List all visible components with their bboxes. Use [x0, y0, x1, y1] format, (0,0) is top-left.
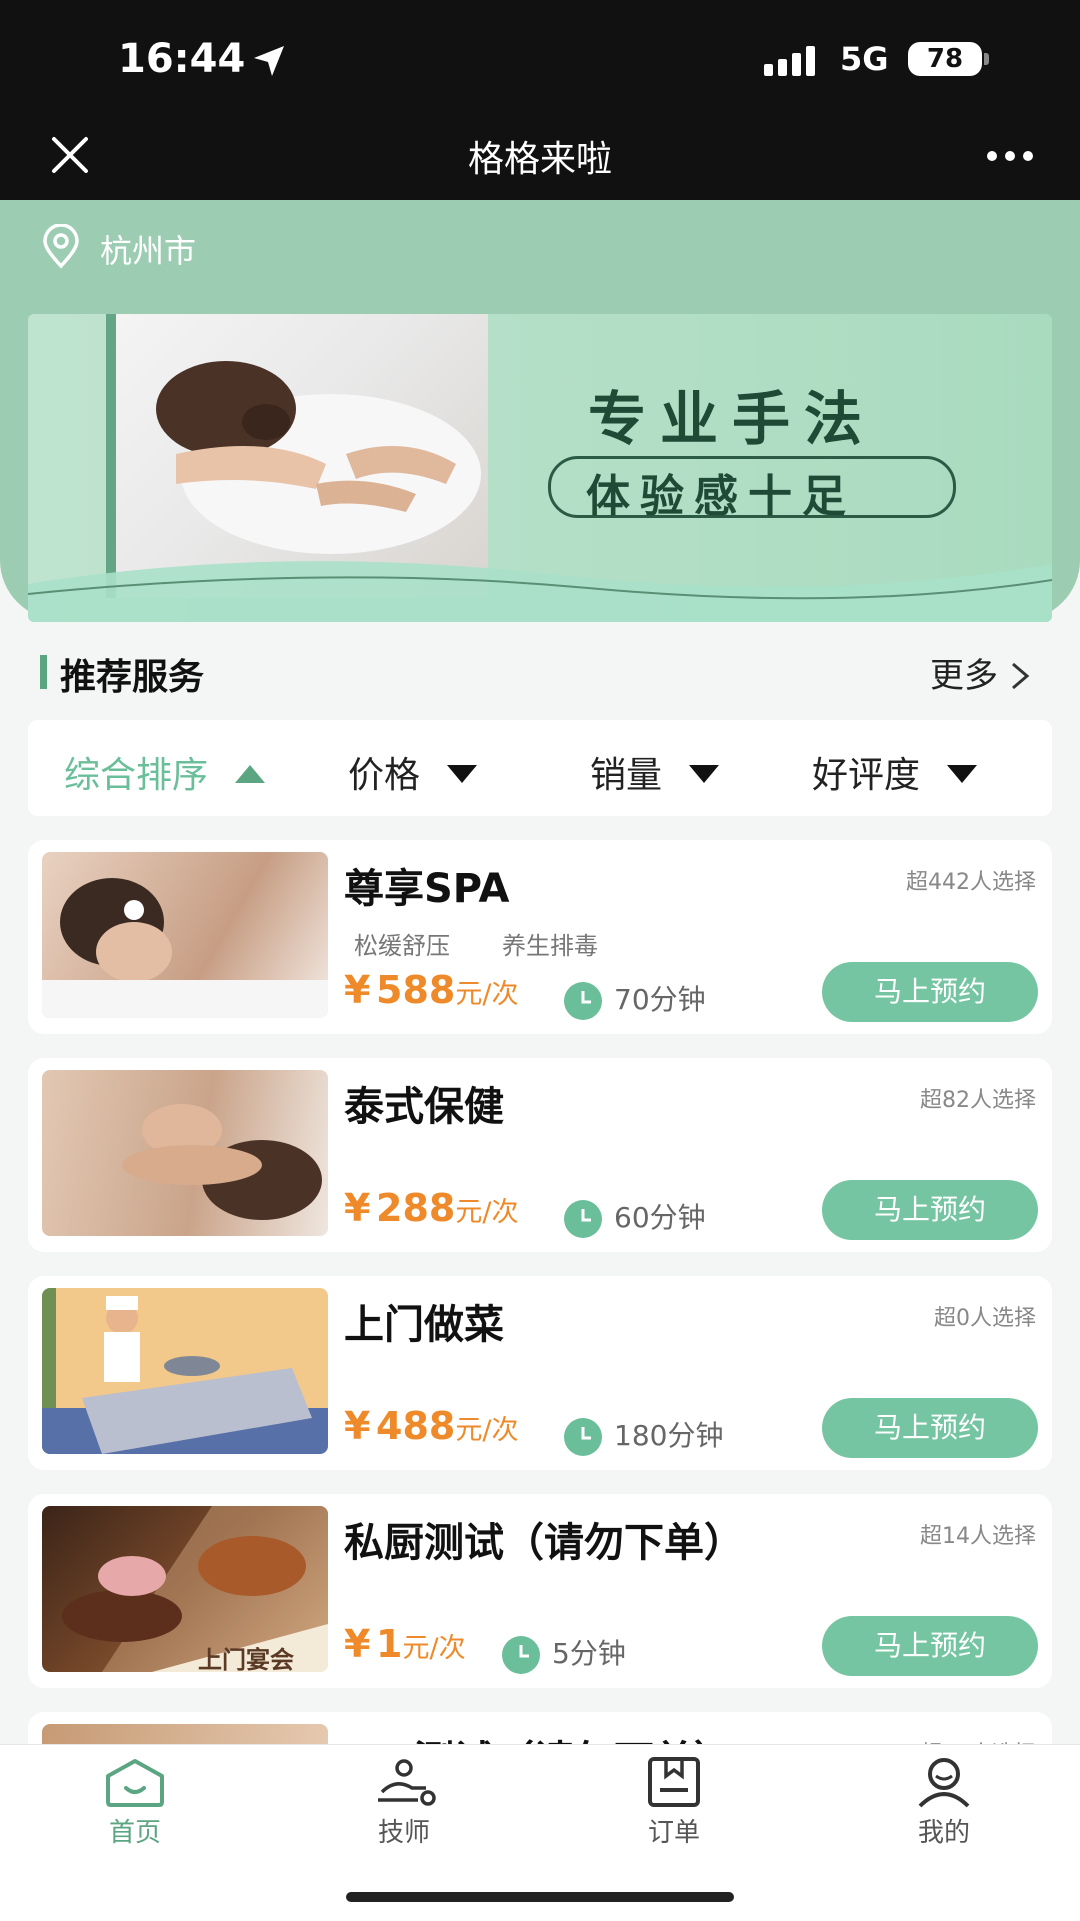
sort-up-icon — [235, 765, 266, 783]
service-thumbnail — [42, 852, 328, 1018]
service-name: 上门做菜 — [344, 1302, 504, 1348]
service-thumbnail — [42, 1288, 328, 1454]
price-currency: ¥ — [344, 1186, 371, 1230]
service-card[interactable]: 上门做菜 超0人选择 ¥ 488元/次 180分钟 马上预约 — [28, 1276, 1052, 1470]
price-value: 588 — [376, 968, 456, 1012]
service-card[interactable]: 尊享SPA 超442人选择 松缓舒压 养生排毒 ¥ 588元/次 70分钟 马上… — [28, 840, 1052, 1034]
service-duration: 5分钟 — [552, 1637, 626, 1670]
sold-count: 超0人选择 — [934, 1306, 1036, 1331]
service-thumbnail: 上门宴会 — [42, 1506, 328, 1672]
banner-headline: 专业手法 — [588, 385, 877, 453]
price-value: 488 — [376, 1404, 456, 1448]
book-now-button[interactable]: 马上预约 — [822, 1616, 1038, 1676]
tab-technician[interactable] — [374, 1758, 436, 1812]
sort-sales[interactable]: 销量 — [590, 746, 720, 798]
sort-price[interactable]: 价格 — [348, 746, 478, 798]
price-unit: 元/次 — [402, 1633, 466, 1664]
service-card[interactable]: 泰式保健 超82人选择 ¥ 288元/次 60分钟 马上预约 — [28, 1058, 1052, 1252]
home-indicator — [346, 1892, 734, 1902]
sort-comprehensive[interactable]: 综合排序 — [64, 746, 266, 798]
sort-label: 好评度 — [812, 755, 921, 796]
battery-level: 78 — [908, 42, 982, 76]
service-duration: 180分钟 — [614, 1419, 724, 1452]
more-options-icon[interactable] — [986, 150, 1034, 162]
sort-label: 销量 — [590, 755, 663, 796]
sold-count: 超82人选择 — [920, 1088, 1036, 1113]
thumbnail-caption: 上门宴会 — [198, 1646, 294, 1672]
tab-profile[interactable] — [916, 1756, 972, 1812]
clock-icon — [502, 1636, 540, 1674]
price-unit: 元/次 — [455, 1415, 519, 1446]
price-value: 288 — [376, 1186, 456, 1230]
price-unit: 元/次 — [455, 1197, 519, 1228]
service-thumbnail — [42, 1070, 328, 1236]
service-tag: 养生排毒 — [502, 932, 598, 960]
price-currency: ¥ — [344, 968, 371, 1012]
sort-down-icon — [689, 765, 720, 783]
section-title: 推荐服务 — [60, 657, 205, 698]
service-price: ¥ 288元/次 — [344, 1186, 518, 1230]
status-time: 16:44 — [118, 36, 246, 82]
tab-home[interactable] — [104, 1758, 166, 1812]
book-now-button[interactable]: 马上预约 — [822, 1398, 1038, 1458]
service-name: 私厨测试（请勿下单） — [344, 1520, 744, 1566]
book-now-button[interactable]: 马上预约 — [822, 1180, 1038, 1240]
location-city[interactable]: 杭州市 — [100, 226, 196, 272]
home-icon — [106, 1759, 164, 1807]
sort-rating[interactable]: 好评度 — [812, 746, 978, 798]
tab-profile-label[interactable]: 我的 — [884, 1812, 1004, 1849]
service-price: ¥ 488元/次 — [344, 1404, 518, 1448]
promo-banner[interactable]: 专业手法 体验感十足 — [28, 314, 1052, 622]
clock-icon — [564, 1200, 602, 1238]
location-arrow-icon — [254, 46, 284, 76]
sort-down-icon — [947, 765, 978, 783]
battery-tip — [984, 53, 989, 65]
price-currency: ¥ — [344, 1622, 371, 1666]
network-type: 5G — [840, 40, 889, 78]
price-unit: 元/次 — [455, 979, 519, 1010]
sort-label: 综合排序 — [64, 755, 209, 796]
tab-order-label[interactable]: 订单 — [614, 1812, 734, 1849]
clock-icon — [564, 982, 602, 1020]
banner-subline: 体验感十足 — [586, 471, 856, 522]
location-pin-icon — [43, 224, 79, 269]
book-now-button[interactable]: 马上预约 — [822, 962, 1038, 1022]
service-price: ¥ 588元/次 — [344, 968, 518, 1012]
signal-icon — [764, 46, 815, 76]
sort-down-icon — [447, 765, 478, 783]
technician-icon — [378, 1759, 436, 1806]
sold-count: 超14人选择 — [920, 1524, 1036, 1549]
more-link-label: 更多 — [930, 656, 998, 696]
tab-order[interactable] — [646, 1756, 702, 1812]
chevron-right-icon — [1011, 662, 1030, 690]
clock-icon — [564, 1418, 602, 1456]
service-duration: 70分钟 — [614, 983, 706, 1016]
sort-label: 价格 — [348, 755, 421, 796]
more-link[interactable]: 更多 — [930, 648, 1031, 697]
section-accent-bar — [40, 655, 47, 689]
service-name: 尊享SPA — [344, 866, 510, 912]
page-title: 格格来啦 — [467, 139, 612, 180]
price-currency: ¥ — [344, 1404, 371, 1448]
sold-count: 超442人选择 — [906, 870, 1036, 895]
service-card[interactable]: 上门宴会 私厨测试（请勿下单） 超14人选择 ¥ 1元/次 5分钟 马上预约 — [28, 1494, 1052, 1688]
tab-technician-label[interactable]: 技师 — [344, 1812, 464, 1849]
service-name: 泰式保健 — [344, 1084, 504, 1130]
service-price: ¥ 1元/次 — [344, 1622, 466, 1666]
order-icon — [648, 1757, 700, 1807]
tab-home-label[interactable]: 首页 — [75, 1812, 195, 1849]
banner-wave — [28, 561, 1052, 622]
service-tag: 松缓舒压 — [354, 932, 450, 960]
service-duration: 60分钟 — [614, 1201, 706, 1234]
profile-icon — [918, 1758, 970, 1808]
price-value: 1 — [376, 1622, 403, 1666]
